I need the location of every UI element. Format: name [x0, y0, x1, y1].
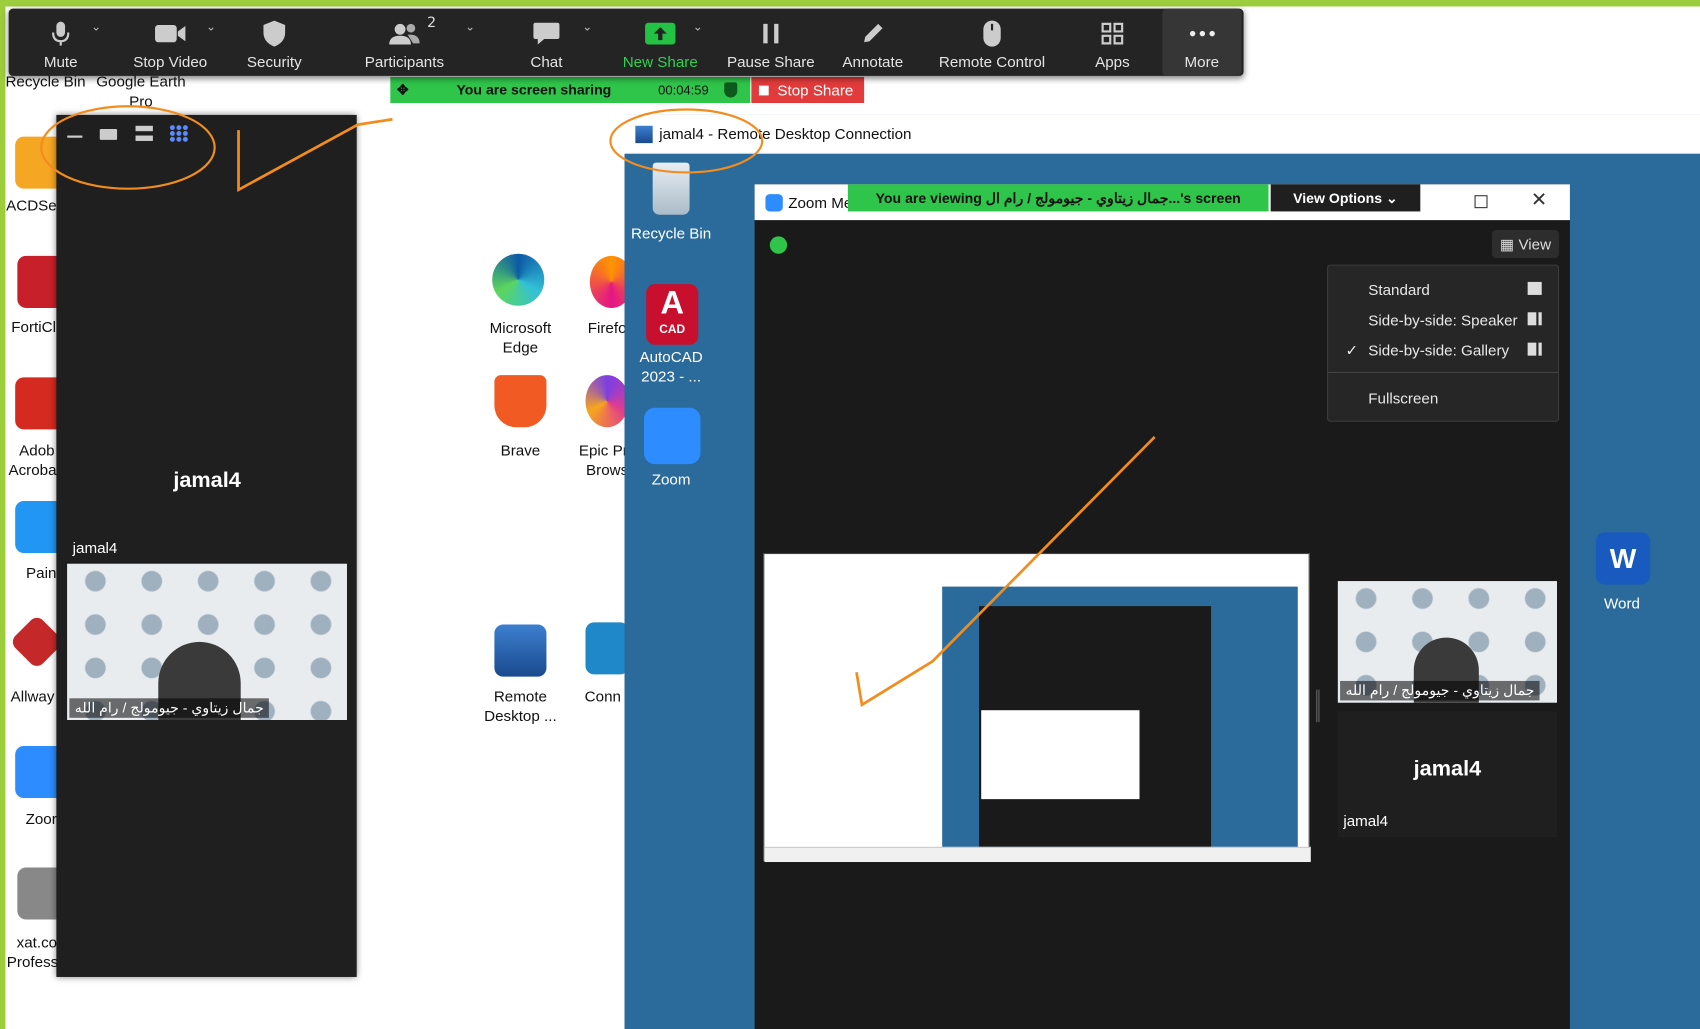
annotation-circle-rdc-title — [609, 108, 764, 174]
annotation-check-left — [237, 117, 393, 193]
annotation-overlay — [40, 105, 1156, 708]
annotation-check-center — [855, 436, 1156, 708]
annotation-circle-view-icons — [40, 105, 216, 190]
